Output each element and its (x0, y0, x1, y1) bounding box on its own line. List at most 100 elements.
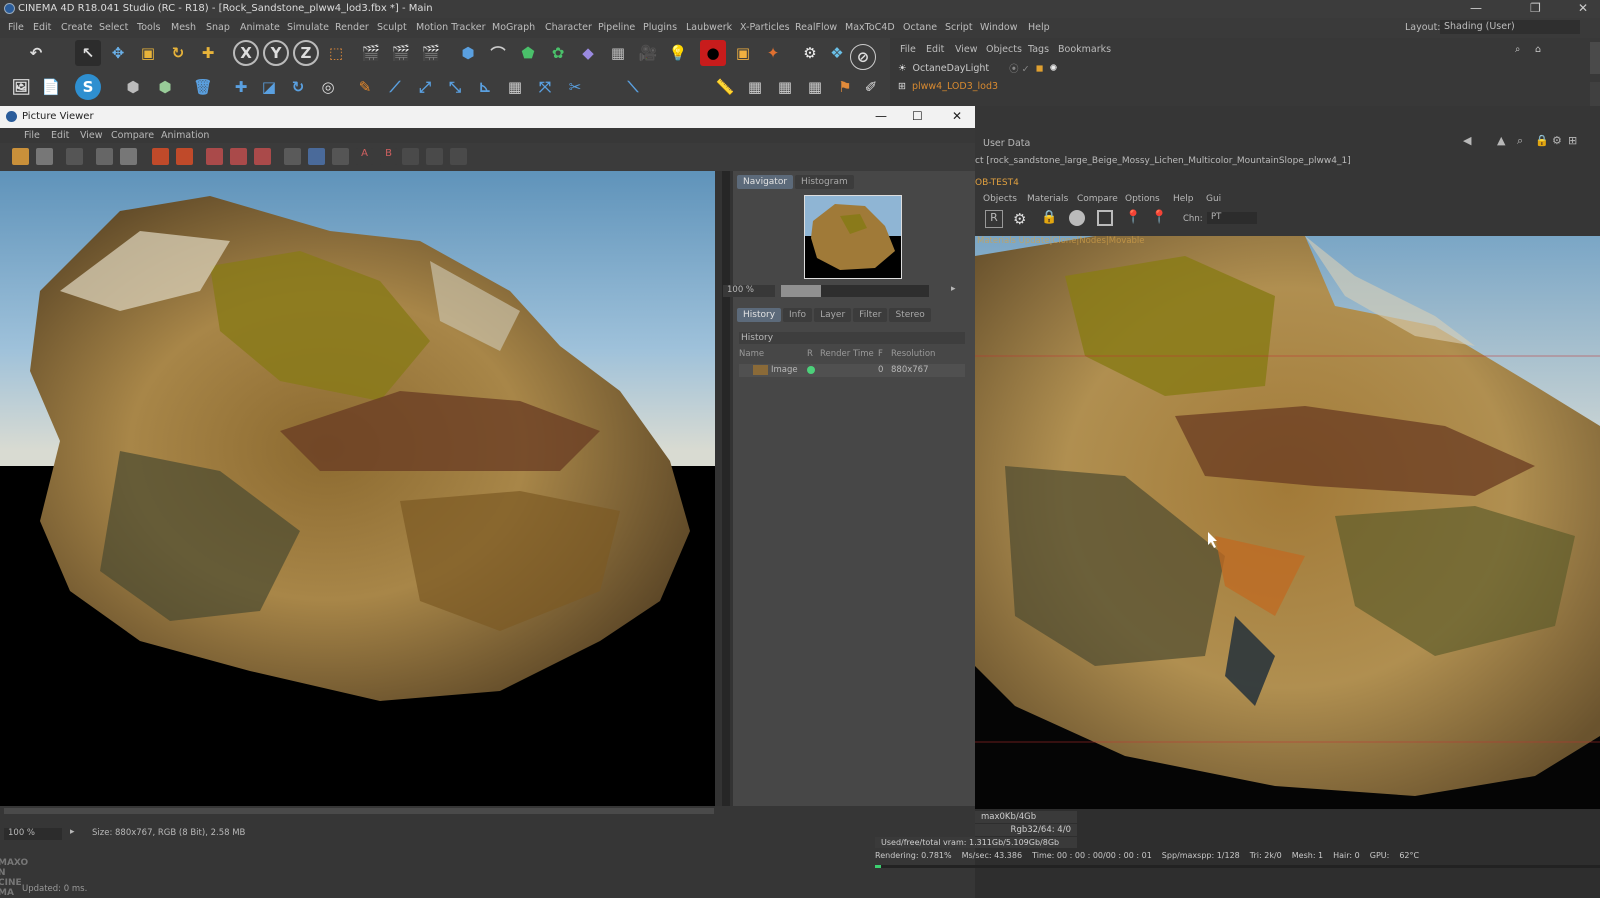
axis-rotate-icon[interactable]: ↻ (285, 74, 311, 100)
col-render-time[interactable]: Render Time (820, 349, 874, 359)
slide-icon[interactable]: ⟍ (620, 74, 646, 100)
tab-layer[interactable]: Layer (814, 308, 852, 322)
octane-pick-material-icon[interactable]: 📍 (1151, 210, 1167, 225)
col-resolution[interactable]: Resolution (891, 349, 935, 359)
menu-snap[interactable]: Snap (206, 22, 230, 33)
render-picture-viewer-icon[interactable]: 🎬 (388, 40, 414, 66)
channel-a-icon[interactable] (284, 148, 301, 165)
tab-history[interactable]: History (737, 308, 782, 322)
undo-icon[interactable]: ↶ (8, 40, 64, 66)
attr-new-icon[interactable]: ⊞ (1568, 134, 1577, 147)
menu-character[interactable]: Character (545, 22, 592, 33)
stop-all-icon[interactable] (176, 148, 193, 165)
scale-icon[interactable]: ▣ (135, 40, 161, 66)
sky-tag-icon[interactable]: ✺ (1050, 63, 1058, 74)
render-region-icon[interactable] (66, 148, 83, 165)
visibility-dots-icon[interactable]: ⦿ ✓ (1009, 61, 1029, 75)
channel-dropdown[interactable]: PT (1207, 212, 1257, 224)
pv-vertical-scrollbar[interactable] (722, 171, 730, 806)
obj-menu-bookmarks[interactable]: Bookmarks (1058, 44, 1111, 55)
menu-sculpt[interactable]: Sculpt (377, 22, 407, 33)
pv-menu-compare[interactable]: Compare (111, 130, 154, 141)
octane-pick-focus-icon[interactable]: 📍 (1125, 210, 1141, 225)
menu-pipeline[interactable]: Pipeline (598, 22, 635, 33)
zoom-menu-icon[interactable]: ▸ (951, 284, 956, 294)
obj-menu-tags[interactable]: Tags (1028, 44, 1049, 55)
pv-menu-file[interactable]: File (24, 130, 40, 141)
channel-b-icon[interactable] (308, 148, 325, 165)
octane-menu-objects[interactable]: Objects (983, 194, 1017, 204)
zoom-icon[interactable] (120, 148, 137, 165)
navigator-zoom-slider[interactable] (781, 285, 929, 297)
filter-icon[interactable] (402, 148, 419, 165)
close-window-button[interactable]: ✕ (1578, 1, 1588, 15)
live-select-icon[interactable]: ↖ (75, 40, 101, 66)
minimize-button[interactable]: — (1470, 1, 1482, 15)
weld-icon[interactable]: ⤧ (532, 74, 558, 100)
status-zoom-field[interactable]: 100 % (4, 828, 62, 840)
paint-icon[interactable]: ✐ (858, 74, 884, 100)
menu-window[interactable]: Window (980, 22, 1017, 33)
tab-histogram[interactable]: Histogram (795, 175, 854, 189)
render-view-icon[interactable]: 🎬 (358, 40, 384, 66)
navigator-thumbnail[interactable] (804, 195, 902, 279)
trash-icon[interactable]: 🗑 (190, 74, 216, 100)
stop-icon[interactable] (152, 148, 169, 165)
measure-icon[interactable]: 📏 (712, 74, 738, 100)
status-zoom-arrow-icon[interactable]: ▸ (70, 827, 75, 837)
history-row[interactable]: Image 0 880x767 (739, 364, 965, 377)
mesh-grid-icon[interactable]: ▦ (502, 74, 528, 100)
menu-octane[interactable]: Octane (903, 22, 937, 33)
attr-nav-up-icon[interactable]: ▲ (1497, 134, 1505, 147)
mograph-cloner-icon[interactable]: ✿ (545, 40, 571, 66)
light-icon[interactable]: 💡 (665, 40, 691, 66)
stereo-icon[interactable] (450, 148, 467, 165)
axis-scale-icon[interactable]: ◪ (256, 74, 282, 100)
pv-close-button[interactable]: ✕ (952, 109, 962, 123)
menu-select[interactable]: Select (99, 22, 128, 33)
home-icon[interactable]: ⌂ (1535, 44, 1541, 55)
tab-info[interactable]: Info (783, 308, 813, 322)
viewport-solo-icon[interactable]: 🖼 (8, 74, 34, 100)
bevel-icon[interactable]: ⤡ (442, 74, 468, 100)
move-icon[interactable]: ✥ (105, 40, 131, 66)
layout-dropdown[interactable]: Shading (User) (1440, 20, 1580, 34)
cube-icon[interactable]: ⬢ (455, 40, 481, 66)
menu-simulate[interactable]: Simulate (287, 22, 329, 33)
nurbs-icon[interactable]: ⬟ (515, 40, 541, 66)
octane-sky-icon[interactable]: ⊘ (850, 44, 876, 70)
menu-mesh[interactable]: Mesh (171, 22, 196, 33)
rotate-icon[interactable]: ↻ (165, 40, 191, 66)
knife-icon[interactable]: ⟋ (382, 74, 408, 100)
sculpt-s-icon[interactable]: S (75, 74, 101, 100)
obj-menu-file[interactable]: File (900, 44, 916, 55)
menu-edit[interactable]: Edit (33, 22, 51, 33)
menu-laubwerk[interactable]: Laubwerk (686, 22, 732, 33)
octane-menu-options[interactable]: Options (1125, 194, 1160, 204)
obj-menu-edit[interactable]: Edit (926, 44, 944, 55)
tab-filter[interactable]: Filter (853, 308, 888, 322)
object-row[interactable]: ☀ OctaneDayLight ⦿ ✓ ◼ ✺ (898, 60, 1057, 76)
octane-sphere-icon[interactable] (1069, 210, 1085, 226)
octane-tag-icon[interactable]: ◼ (1036, 63, 1044, 74)
extrude-icon[interactable]: ⤢ (412, 74, 438, 100)
workplane-icon[interactable]: ▦ (742, 74, 768, 100)
x-axis-icon[interactable]: X (233, 40, 259, 66)
menu-help[interactable]: Help (1028, 22, 1050, 33)
ab-compare-icon[interactable] (206, 148, 223, 165)
camera-icon[interactable]: 🎥 (635, 40, 661, 66)
floor-icon[interactable]: ▦ (605, 40, 631, 66)
col-frame[interactable]: F (878, 349, 883, 359)
marker-a-icon[interactable]: A (356, 148, 373, 165)
layer-icon[interactable] (426, 148, 443, 165)
coord-system-icon[interactable]: ⬚ (323, 40, 349, 66)
transform-icon[interactable]: ✚ (195, 40, 221, 66)
rendered-image[interactable] (0, 171, 715, 806)
col-name[interactable]: Name (739, 349, 764, 359)
menu-realflow[interactable]: RealFlow (795, 22, 837, 33)
attr-settings-icon[interactable]: ⚙ (1552, 134, 1562, 147)
save-icon[interactable] (36, 148, 53, 165)
pv-menu-view[interactable]: View (80, 130, 103, 141)
octane-menu-compare[interactable]: Compare (1077, 194, 1118, 204)
texture-mode-icon[interactable]: ⬢ (152, 74, 178, 100)
